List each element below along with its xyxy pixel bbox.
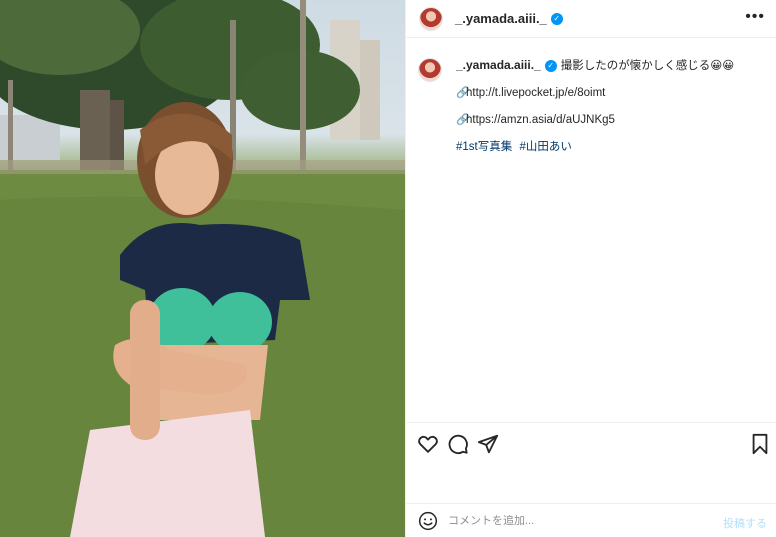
avatar[interactable] (419, 6, 443, 31)
header-username[interactable]: _.yamada.aiii._ (455, 11, 547, 26)
caption: _.yamada.aiii._ ✓ 撮影したのが懐かしく感じる😀😀 🔗http://… (418, 58, 768, 154)
caption-link-line-2: 🔗https://amzn.asia/d/aUJNKg5 (456, 113, 734, 127)
link-icon: 🔗 (456, 87, 470, 99)
action-bar (406, 422, 776, 462)
hashtag-2[interactable]: #山田あい (519, 141, 571, 153)
caption-body: _.yamada.aiii._ ✓ 撮影したのが懐かしく感じる😀😀 🔗http://… (456, 58, 734, 154)
hashtag-1[interactable]: #1st写真集 (456, 141, 512, 153)
caption-text: 撮影したのが懐かしく感じる😀😀 (560, 60, 735, 72)
post-side-panel: _.yamada.aiii._ ✓ ••• _.yamada.aiii._ ✓ 撮影… (405, 0, 776, 537)
caption-link-1[interactable]: http://t.livepocket.jp/e/8oimt (466, 87, 605, 99)
caption-username[interactable]: _.yamada.aiii._ (456, 58, 541, 72)
comment-bar: 投稿する (406, 503, 776, 537)
instagram-post: _.yamada.aiii._ ✓ ••• _.yamada.aiii._ ✓ 撮影… (0, 0, 776, 537)
caption-avatar[interactable] (418, 58, 442, 82)
more-options-icon[interactable]: ••• (745, 9, 765, 25)
hashtags: #1st写真集 #山田あい (456, 140, 734, 154)
verified-badge-icon: ✓ (550, 12, 563, 25)
bookmark-icon[interactable] (749, 433, 771, 455)
heart-icon[interactable] (417, 433, 439, 455)
link-icon: 🔗 (456, 114, 470, 126)
comment-icon[interactable] (447, 433, 469, 455)
caption-link-line-1: 🔗http://t.livepocket.jp/e/8oimt (456, 86, 734, 100)
share-icon[interactable] (477, 433, 499, 455)
photo-illustration (0, 0, 405, 537)
post-photo[interactable] (0, 0, 405, 537)
verified-badge-icon: ✓ (544, 59, 557, 72)
caption-link-2[interactable]: https://amzn.asia/d/aUJNKg5 (466, 114, 615, 126)
comment-input[interactable] (448, 514, 718, 527)
emoji-icon[interactable] (418, 511, 438, 531)
post-header: _.yamada.aiii._ ✓ ••• (406, 0, 776, 38)
post-comment-button[interactable]: 投稿する (723, 515, 767, 531)
